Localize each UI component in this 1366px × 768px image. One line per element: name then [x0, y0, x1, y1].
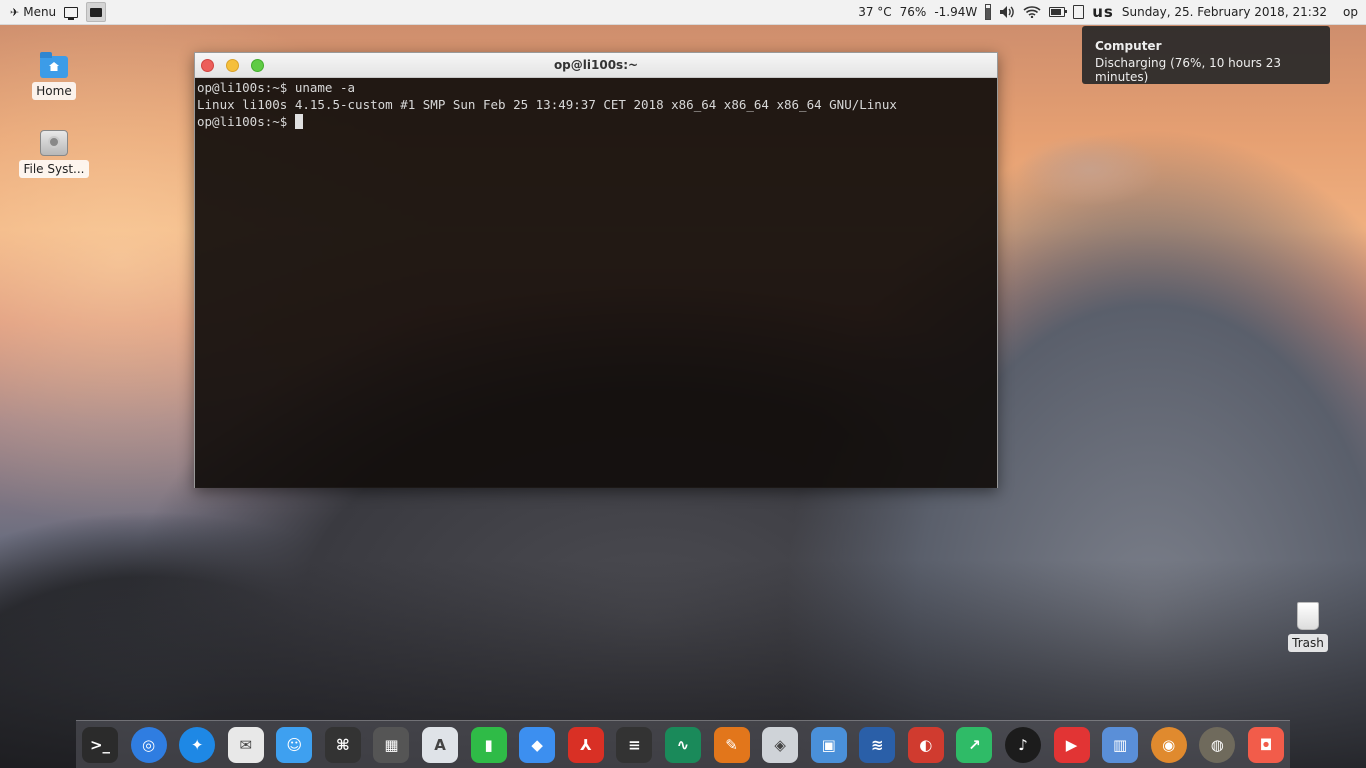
wallpaper-cliff	[1000, 120, 1180, 210]
arch-app-icon[interactable]: A	[422, 726, 459, 763]
terminal-line-command: op@li100s:~$ uname -a	[197, 80, 356, 95]
disc-app-icon[interactable]: ◉	[1150, 726, 1187, 763]
photos-app-icon[interactable]: ▣	[810, 726, 847, 763]
office-app-icon[interactable]: ◐	[907, 726, 944, 763]
clipboard-icon[interactable]	[1073, 5, 1085, 19]
panel-right-section: 37 °C 76% -1.94W us Sunday, 25. February…	[858, 3, 1366, 21]
mail-app-icon[interactable]: ✉	[227, 726, 264, 763]
terminal-icon	[90, 7, 103, 17]
calculator-app-icon[interactable]: ▦	[373, 726, 410, 763]
temperature-readout: 37 °C	[858, 5, 892, 19]
applications-menu-button[interactable]: ✈ Menu	[10, 5, 56, 19]
clock[interactable]: Sunday, 25. February 2018, 21:32	[1122, 5, 1327, 19]
finder-app-icon[interactable]: ☺	[276, 726, 313, 763]
video-app-icon[interactable]: ▶	[1053, 726, 1090, 763]
audio-app-icon[interactable]: ▥	[1102, 726, 1139, 763]
numbers-app-icon[interactable]: ▮	[470, 726, 507, 763]
wifi-icon[interactable]	[1023, 6, 1041, 18]
close-button[interactable]	[201, 59, 214, 72]
terminal-window[interactable]: op@li100s:~ op@li100s:~$ uname -a Linux l…	[194, 52, 998, 488]
screenshot-app-icon[interactable]: ◘	[1247, 726, 1284, 763]
battery-level-bar	[985, 4, 992, 20]
home-folder-icon	[40, 52, 68, 78]
terminal-prompt-line: op@li100s:~$	[197, 113, 995, 130]
user-menu[interactable]: op	[1343, 5, 1358, 19]
taskbar-terminal-button[interactable]	[86, 2, 107, 22]
top-panel: ✈ Menu 37 °C 76% -1.94W us Sunday, 25. F…	[0, 0, 1366, 25]
power-draw: -1.94W	[934, 5, 978, 19]
chromium-app-icon[interactable]: ◎	[130, 726, 167, 763]
minimize-button[interactable]	[226, 59, 239, 72]
music-app-icon[interactable]: ♪	[1004, 726, 1041, 763]
keyboard-layout-indicator[interactable]: us	[1092, 3, 1114, 21]
terminal-app-icon[interactable]: >_	[82, 726, 118, 763]
terminal-output[interactable]: op@li100s:~$ uname -a Linux li100s 4.15.5…	[195, 78, 997, 488]
filesystem-label: File Syst...	[19, 160, 89, 178]
text-cursor	[294, 114, 303, 129]
panel-left-section: ✈ Menu	[0, 2, 107, 22]
trash-label: Trash	[1288, 634, 1328, 652]
gimp-app-icon[interactable]: ✎	[713, 726, 750, 763]
maximize-button[interactable]	[251, 59, 264, 72]
trash-icon	[1297, 602, 1319, 630]
terminal-prompt: op@li100s:~$	[197, 114, 295, 129]
sheets-app-icon[interactable]: ↗	[956, 726, 993, 763]
monitor-app-icon[interactable]: ∿	[664, 726, 701, 763]
command-app-icon[interactable]: ⌘	[324, 726, 361, 763]
battery-percent: 76%	[899, 5, 927, 19]
terminal-title: op@li100s:~	[553, 58, 639, 72]
battery-icon[interactable]	[1049, 7, 1068, 17]
inkscape-app-icon[interactable]: ◈	[762, 726, 799, 763]
hard-drive-icon	[40, 130, 68, 156]
document-app-icon[interactable]: ≡	[616, 726, 653, 763]
dock: >_ ◎ ✦ ✉ ☺ ⌘ ▦ A ▮ ◆ ⅄ ≡ ∿ ✎ ◈ ▣ ≋ ◐ ↗ ♪ ▶ ▥ ◉ ◍ ◘	[76, 720, 1290, 768]
network-app-icon[interactable]: ≋	[859, 726, 896, 763]
home-label: Home	[32, 82, 76, 100]
tooltip-text: Discharging (76%, 10 hours 23 minutes)	[1095, 56, 1281, 84]
tag-app-icon[interactable]: ◆	[519, 726, 556, 763]
window-controls	[201, 59, 264, 72]
battery-tooltip: Computer Discharging (76%, 10 hours 23 m…	[1082, 26, 1330, 84]
desktop-trash-icon[interactable]: Trash	[1273, 602, 1343, 652]
terminal-titlebar[interactable]: op@li100s:~	[195, 53, 997, 78]
monitor-icon	[64, 6, 79, 20]
terminal-line-output: Linux li100s 4.15.5-custom #1 SMP Sun Fe…	[197, 97, 897, 112]
volume-icon[interactable]	[999, 5, 1015, 19]
menu-label: Menu	[23, 5, 57, 19]
pdf-app-icon[interactable]: ⅄	[567, 726, 604, 763]
tooltip-title: Computer	[1095, 39, 1162, 53]
menu-icon: ✈	[10, 5, 20, 19]
finder-moon-app-icon[interactable]: ◍	[1199, 726, 1236, 763]
show-desktop-button[interactable]	[62, 3, 80, 21]
desktop-filesystem-icon[interactable]: File Syst...	[19, 130, 89, 178]
safari-app-icon[interactable]: ✦	[179, 726, 216, 763]
desktop-home-icon[interactable]: Home	[19, 52, 89, 100]
